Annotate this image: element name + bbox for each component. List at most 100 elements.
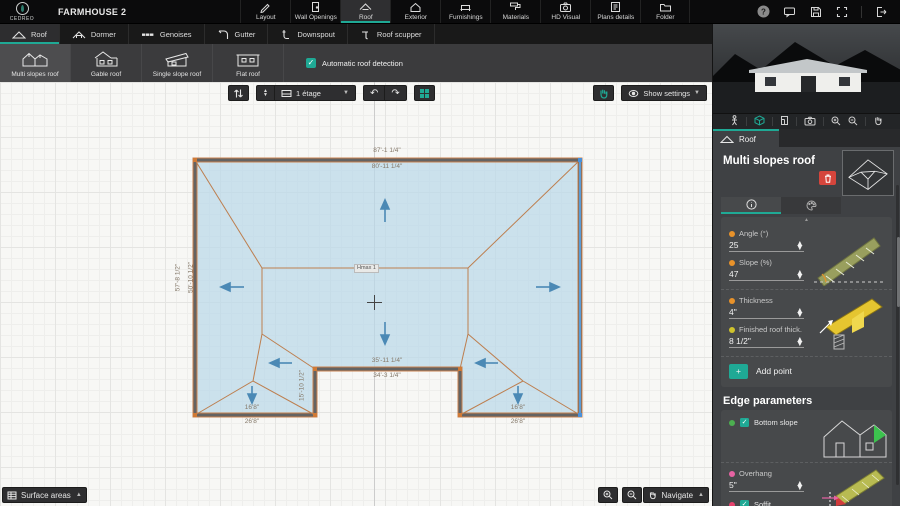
dimension-left-inner: 50'-10 1/2" <box>188 228 195 328</box>
gable-roof-icon <box>92 48 120 70</box>
tab-layout[interactable]: Layout <box>240 0 290 23</box>
thickness-stepper[interactable]: ▲▼ <box>796 308 804 317</box>
overhang-value[interactable]: 5" <box>729 480 737 490</box>
roof-type-multi-slopes[interactable]: Multi slopes roof <box>0 44 71 82</box>
panel-tab-roof[interactable]: Roof <box>713 129 779 147</box>
tool-roof-scupper[interactable]: Roof scupper <box>348 24 435 44</box>
finished-thickness-stepper[interactable]: ▲▼ <box>796 337 804 346</box>
floor-stepper[interactable]: ▲▼ <box>257 86 274 100</box>
roof-thumbnail[interactable] <box>842 150 894 196</box>
roof-type-single-slope[interactable]: Single slope roof <box>142 44 213 82</box>
roof-tools-ribbon: Roof Dormer Genoises Gutter Downspout Ro… <box>0 24 712 44</box>
info-icon <box>746 199 757 210</box>
zoom-in-icon[interactable] <box>831 113 841 131</box>
panel-header: Multi slopes roof <box>713 147 900 197</box>
slope-stepper[interactable]: ▲▼ <box>796 270 804 279</box>
tool-dormer[interactable]: Dormer <box>60 24 129 44</box>
tab-plans-details[interactable]: Plans details <box>590 0 640 23</box>
pan-icon[interactable] <box>873 113 883 131</box>
floor-plan-view-icon[interactable] <box>780 113 789 131</box>
checkbox-checked-icon[interactable]: ✓ <box>740 500 749 506</box>
eye-icon <box>628 89 639 98</box>
add-point-icon[interactable]: + <box>729 364 748 379</box>
angle-stepper[interactable]: ▲▼ <box>796 241 804 250</box>
slope-field[interactable]: Slope (%) 47▲▼ <box>729 252 804 281</box>
tab-roof[interactable]: Roof <box>340 0 390 23</box>
thickness-group: Thickness 4"▲▼ Finished roof thick. 8 1/… <box>729 290 884 352</box>
finished-thickness-value[interactable]: 8 1/2" <box>729 336 751 346</box>
tool-downspout[interactable]: Downspout <box>268 24 348 44</box>
checkbox-checked-icon[interactable]: ✓ <box>306 58 316 68</box>
view-tools-row <box>713 113 900 129</box>
measure-hand-button[interactable] <box>593 85 614 101</box>
eave-detail-illustration <box>816 466 888 506</box>
swap-view-button[interactable] <box>228 85 249 101</box>
angle-value[interactable]: 25 <box>729 240 738 250</box>
hmax-label: Hmax 1 <box>354 264 379 273</box>
snapshot-icon[interactable] <box>804 113 816 131</box>
roof-type-flat[interactable]: Flat roof <box>213 44 284 82</box>
tab-exterior[interactable]: Exterior <box>390 0 440 23</box>
panel-scrollbar-track[interactable] <box>896 185 899 485</box>
floor-dropdown[interactable]: 1 étage ▼ <box>274 86 355 100</box>
automatic-roof-detection[interactable]: ✓ Automatic roof detection <box>306 44 403 82</box>
aerial-view-icon[interactable] <box>754 113 765 131</box>
thickness-value[interactable]: 4" <box>729 307 737 317</box>
soffit-row[interactable]: ✓ Soffit <box>729 492 804 506</box>
tab-hd-visual[interactable]: HD Visual <box>540 0 590 23</box>
angle-field[interactable]: Angle (°) 25▲▼ <box>729 223 804 252</box>
navigate-button[interactable]: Navigate ▲ <box>643 487 709 503</box>
dimension-wing-left: 16'8" <box>202 404 302 411</box>
red-dot-icon <box>729 502 735 506</box>
floor-stepper-arrows-icon[interactable]: ▲▼ <box>263 89 268 97</box>
roof-plan-drawing[interactable] <box>0 82 712 506</box>
zoom-in-button[interactable] <box>598 487 618 503</box>
save-icon[interactable] <box>809 5 822 18</box>
comment-icon[interactable] <box>783 5 796 18</box>
pencil-icon <box>259 2 272 13</box>
roof-section-illustration <box>812 293 888 351</box>
floor-plan-canvas[interactable]: 87'-1 1/4" 80'-11 1/4" 57'-8 1/2" 50'-10… <box>0 82 712 506</box>
tab-furnishings[interactable]: Furnishings <box>440 0 490 23</box>
3d-preview[interactable] <box>713 24 900 113</box>
tab-materials[interactable]: Materials <box>490 0 540 23</box>
zoom-out-icon <box>627 490 637 500</box>
cedreo-logo[interactable]: CEDREO <box>0 0 44 23</box>
tool-gutter[interactable]: Gutter <box>205 24 269 44</box>
edge-parameters-title: Edge parameters <box>723 395 890 407</box>
undo-button[interactable]: ↶ <box>364 86 384 100</box>
delete-roof-button[interactable] <box>819 171 836 185</box>
chevron-up-icon: ▲ <box>698 492 704 498</box>
single-slope-roof-icon <box>163 48 191 70</box>
add-point-button[interactable]: + Add point <box>729 359 884 383</box>
roof-scupper-icon <box>360 29 372 40</box>
tool-roof[interactable]: Roof <box>0 24 60 44</box>
exit-icon[interactable] <box>875 5 888 18</box>
walk-view-icon[interactable] <box>730 113 739 131</box>
thickness-field[interactable]: Thickness 4"▲▼ <box>729 290 804 319</box>
bottom-slope-row[interactable]: ✓ Bottom slope <box>729 410 804 427</box>
tab-parameters[interactable] <box>721 197 781 214</box>
overhang-field[interactable]: Overhang 5"▲▼ <box>729 463 804 492</box>
roof-type-gable[interactable]: Gable roof <box>71 44 142 82</box>
help-icon[interactable]: ? <box>757 5 770 18</box>
roof-properties-panel: Multi slopes roof <box>713 147 900 506</box>
zoom-out-icon[interactable] <box>848 113 858 131</box>
slope-value[interactable]: 47 <box>729 269 738 279</box>
layers-button[interactable] <box>414 85 435 101</box>
tool-genoises[interactable]: Genoises <box>129 24 205 44</box>
redo-button[interactable]: ↷ <box>384 86 405 100</box>
floor-icon <box>281 89 292 98</box>
surface-areas-button[interactable]: Surface areas ▲ <box>2 487 87 503</box>
finished-thickness-field[interactable]: Finished roof thick. 8 1/2"▲▼ <box>729 319 804 348</box>
overhang-stepper[interactable]: ▲▼ <box>796 481 804 490</box>
tab-wall-openings[interactable]: Wall Openings <box>290 0 340 23</box>
checkbox-checked-icon[interactable]: ✓ <box>740 418 749 427</box>
right-panel: Roof Multi slopes roof <box>712 24 900 506</box>
zoom-out-button[interactable] <box>622 487 642 503</box>
show-settings-dropdown[interactable]: Show settings ▼ <box>621 85 707 101</box>
center-view-icon[interactable] <box>835 5 848 18</box>
tab-folder[interactable]: Folder <box>640 0 690 23</box>
tab-materials-palette[interactable] <box>781 197 841 214</box>
dimension-left-outer: 57'-8 1/2" <box>175 228 182 328</box>
